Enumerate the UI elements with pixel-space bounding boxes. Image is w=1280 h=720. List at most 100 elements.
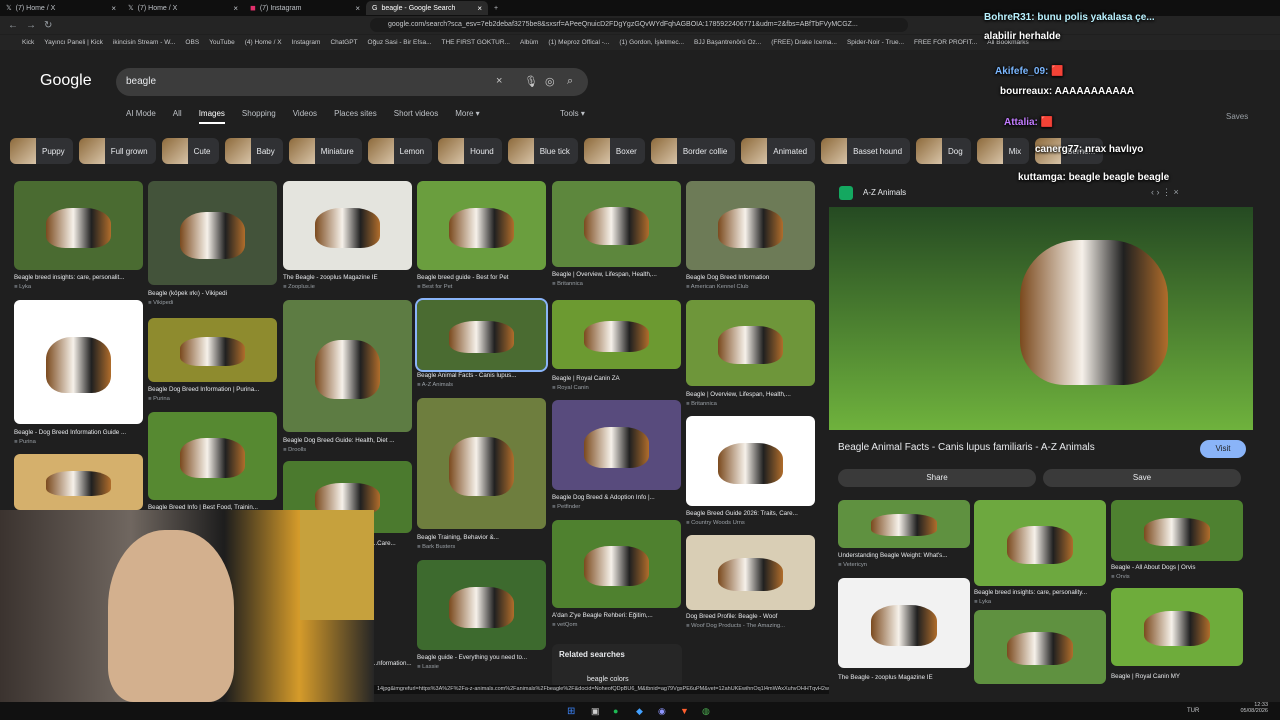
filter-more[interactable]: More ▾ <box>455 109 479 124</box>
result-title[interactable]: Beagle breed insights: care, personalit.… <box>14 274 143 281</box>
result-title[interactable]: ...nformation... <box>372 660 412 667</box>
result-image-selected[interactable] <box>415 298 548 372</box>
related-image[interactable] <box>974 500 1106 586</box>
reload-icon[interactable]: ↻ <box>44 20 52 31</box>
google-logo[interactable]: Google <box>40 72 92 90</box>
result-image[interactable] <box>148 318 277 382</box>
bookmark[interactable]: ikincisin Stream - W... <box>113 39 175 46</box>
filter-videos[interactable]: Videos <box>293 109 317 124</box>
preview-image[interactable] <box>829 207 1253 430</box>
related-title[interactable]: Beagle breed insights: care, personality… <box>974 589 1106 596</box>
result-title[interactable]: Beagle (köpek ırkı) - Vikipedi <box>148 290 277 297</box>
related-image[interactable] <box>1111 588 1243 666</box>
filter-shopping[interactable]: Shopping <box>242 109 276 124</box>
filter-all[interactable]: All <box>173 109 182 124</box>
steam-icon[interactable]: ◆ <box>636 706 643 717</box>
search-icon[interactable]: ⌕ <box>567 75 573 88</box>
tab-google-beagle[interactable]: Gbeagle - Google Search × <box>366 1 488 15</box>
result-title[interactable]: Beagle Training, Behavior &... <box>417 534 546 541</box>
result-image[interactable] <box>552 400 681 490</box>
bookmark[interactable]: Spider-Noir - True... <box>847 39 904 46</box>
bookmark[interactable]: (FREE) Drake Icema... <box>771 39 837 46</box>
close-icon[interactable]: × <box>111 4 116 13</box>
save-button[interactable]: Save <box>1043 469 1241 487</box>
filter-ai-mode[interactable]: AI Mode <box>126 109 156 124</box>
result-image[interactable] <box>148 412 277 500</box>
result-title[interactable]: Beagle | Royal Canin ZA <box>552 375 681 382</box>
bookmark[interactable]: BJJ Başantrenörü Oz... <box>694 39 761 46</box>
result-title[interactable]: Beagle guide - Everything you need to... <box>417 654 546 661</box>
result-title[interactable]: Beagle - Dog Breed Information Guide ... <box>14 429 143 436</box>
preview-title[interactable]: Beagle Animal Facts - Canis lupus famili… <box>838 442 1184 453</box>
chip-hound[interactable]: Hound <box>438 138 502 164</box>
bookmark[interactable]: (1) Gordon, İşletmec... <box>619 39 684 46</box>
bookmark[interactable]: YouTube <box>209 39 235 46</box>
result-title[interactable]: Dog Breed Profile: Beagle - Woof <box>686 613 815 620</box>
bookmark[interactable]: Kick <box>22 39 34 46</box>
bookmark[interactable]: Instagram <box>292 39 321 46</box>
chip-animated[interactable]: Animated <box>741 138 816 164</box>
chip-border-collie[interactable]: Border collie <box>650 138 736 164</box>
tools-button[interactable]: Tools ▾ <box>560 109 585 118</box>
forward-icon[interactable]: → <box>26 20 36 31</box>
result-image[interactable] <box>686 181 815 270</box>
chip-puppy[interactable]: Puppy <box>10 138 73 164</box>
chip-miniature[interactable]: Miniature <box>288 138 362 164</box>
explorer-icon[interactable]: ▣ <box>591 706 600 717</box>
camera-search-icon[interactable]: ◎ <box>545 75 555 88</box>
close-icon[interactable]: × <box>355 4 360 13</box>
search-input[interactable]: beagle <box>126 76 156 87</box>
result-title[interactable]: ...Care... <box>372 540 412 547</box>
bookmark[interactable]: ChatGPT <box>330 39 357 46</box>
tab-x-home-2[interactable]: 𝕏 (7) Home / X × <box>122 1 244 15</box>
result-title[interactable]: A'dan Z'ye Beagle Rehberi: Eğitim,... <box>552 612 681 619</box>
tab-x-home-1[interactable]: 𝕏 (7) Home / X × <box>0 1 122 15</box>
chip-blue-tick[interactable]: Blue tick <box>507 138 578 164</box>
back-icon[interactable]: ← <box>8 20 18 31</box>
result-image[interactable] <box>14 181 143 270</box>
language-indicator[interactable]: TUR <box>1187 708 1199 714</box>
result-image[interactable] <box>14 300 143 424</box>
related-image[interactable] <box>1111 500 1243 561</box>
result-title[interactable]: Beagle Dog Breed Information <box>686 274 815 281</box>
chip-dog[interactable]: Dog <box>916 138 971 164</box>
result-title[interactable]: The Beagle - zooplus Magazine IE <box>283 274 412 281</box>
result-image[interactable] <box>417 181 546 270</box>
bookmark[interactable]: Albüm <box>520 39 538 46</box>
brave-icon[interactable]: ▼ <box>680 706 689 716</box>
share-button[interactable]: Share <box>838 469 1036 487</box>
bookmark[interactable]: OBS <box>185 39 199 46</box>
related-image[interactable] <box>838 500 970 548</box>
related-title[interactable]: Beagle - All About Dogs | Orvis <box>1111 564 1243 571</box>
address-bar[interactable]: google.com/search?sca_esv=7eb2debaf3275b… <box>370 18 908 32</box>
result-image[interactable] <box>552 181 681 267</box>
preview-site[interactable]: A-Z Animals <box>863 188 906 197</box>
result-title[interactable]: Beagle Breed Guide 2026: Traits, Care... <box>686 510 815 517</box>
chip-lemon[interactable]: Lemon <box>367 138 433 164</box>
filter-places[interactable]: Places sites <box>334 109 377 124</box>
result-image[interactable] <box>14 454 143 510</box>
related-title[interactable]: Beagle | Royal Canin MY <box>1111 673 1243 680</box>
spotify-icon[interactable]: ● <box>613 706 618 716</box>
result-title[interactable]: Beagle | Overview, Lifespan, Health,... <box>686 391 815 398</box>
chip-cute[interactable]: Cute <box>161 138 219 164</box>
bookmark[interactable]: Oğuz Sasi - Bir Efsa... <box>368 39 432 46</box>
related-title[interactable]: The Beagle - zooplus Magazine IE <box>838 674 970 681</box>
filter-images[interactable]: Images <box>198 109 225 124</box>
bookmark[interactable]: Yayıncı Paneli | Kick <box>44 39 103 46</box>
close-icon[interactable]: × <box>233 4 238 13</box>
bookmark[interactable]: (4) Home / X <box>245 39 282 46</box>
clear-icon[interactable]: × <box>496 75 502 87</box>
filter-short-videos[interactable]: Short videos <box>394 109 438 124</box>
related-image[interactable] <box>838 578 970 668</box>
result-image[interactable] <box>686 416 815 506</box>
result-image[interactable] <box>552 300 681 369</box>
bookmark[interactable]: (1) Meproz Offical -... <box>548 39 609 46</box>
discord-icon[interactable]: ◉ <box>658 706 666 717</box>
result-image[interactable] <box>417 560 546 650</box>
result-title[interactable]: Beagle Dog Breed Guide: Health, Diet ... <box>283 437 412 444</box>
related-title[interactable]: Understanding Beagle Weight: What's... <box>838 552 970 559</box>
result-image[interactable] <box>552 520 681 608</box>
result-title[interactable]: Beagle Dog Breed Information | Purina... <box>148 386 277 393</box>
microphone-icon[interactable]: 🎙 <box>524 75 538 88</box>
